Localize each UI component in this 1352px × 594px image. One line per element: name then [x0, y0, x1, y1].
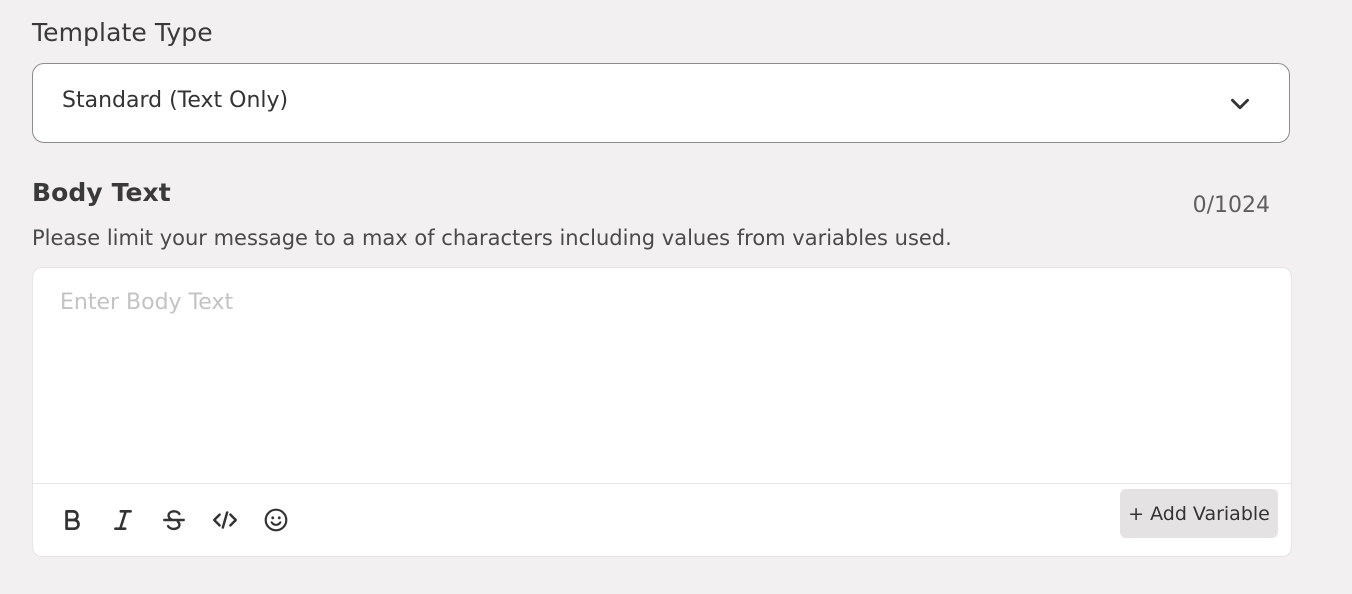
bold-button[interactable]	[55, 503, 89, 537]
emoji-icon	[264, 508, 288, 532]
body-text-editor: + Add Variable	[32, 267, 1292, 557]
character-counter: 0/1024	[1192, 193, 1270, 218]
formatting-toolbar	[55, 500, 310, 540]
template-type-label: Template Type	[32, 18, 213, 47]
add-variable-button[interactable]: + Add Variable	[1120, 489, 1278, 538]
chevron-down-icon	[1231, 98, 1249, 110]
bold-icon	[65, 509, 80, 531]
template-type-selected-value: Standard (Text Only)	[62, 88, 289, 113]
template-type-select[interactable]: Standard (Text Only)	[32, 63, 1290, 143]
emoji-button[interactable]	[259, 503, 293, 537]
italic-icon	[114, 510, 132, 530]
italic-button[interactable]	[106, 503, 140, 537]
toolbar-divider	[33, 483, 1291, 484]
body-text-input[interactable]	[33, 268, 1291, 483]
code-button[interactable]	[208, 503, 242, 537]
template-form: Template Type Standard (Text Only) Body …	[0, 0, 1352, 594]
strikethrough-icon	[163, 510, 185, 531]
body-text-hint: Please limit your message to a max of ch…	[32, 226, 952, 250]
strikethrough-button[interactable]	[157, 503, 191, 537]
body-text-label: Body Text	[32, 178, 171, 207]
code-icon	[212, 511, 238, 529]
